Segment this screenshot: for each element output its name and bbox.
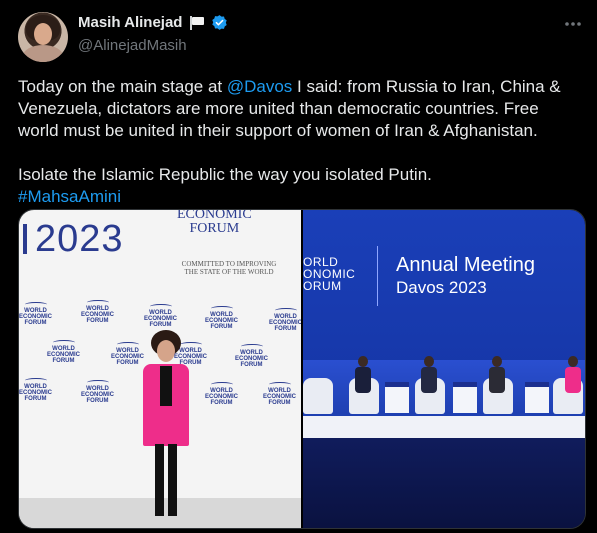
author-display-name[interactable]: Masih Alinejad — [78, 14, 228, 31]
wef-logo-line: FORUM — [210, 400, 233, 406]
author-handle[interactable]: @AlinejadMasih — [78, 37, 187, 54]
panelist — [565, 356, 581, 406]
wef-logo-line: FORUM — [149, 322, 172, 328]
media-photo-right[interactable]: ORLD ONOMIC ORUM Annual Meeting Davos 20… — [303, 210, 585, 528]
wef-logo-line: FORUM — [52, 358, 75, 364]
photo-wef-banner: ECONOMIC FORUM — [177, 210, 252, 236]
committed-text: COMMITTED TO IMPROVING THE STATE OF THE … — [181, 260, 277, 276]
white-flag-icon — [189, 15, 205, 30]
hashtag-link[interactable]: #MahsaAmini — [18, 187, 121, 206]
tweet-paragraph-2: Isolate the Islamic Republic the way you… — [18, 165, 432, 184]
annual-meeting-title: Annual Meeting — [396, 254, 535, 276]
photo-year-text: 2023 — [23, 218, 124, 261]
wef-logo-line: FORUM — [210, 324, 233, 330]
wef-logo: WORLD ECONOMIC FORUM — [47, 340, 80, 364]
avatar[interactable] — [18, 12, 68, 62]
wef-logo: WORLD ECONOMIC FORUM — [205, 382, 238, 406]
media-photo-left[interactable]: 2023 ECONOMIC FORUM COMMITTED TO IMPROVI… — [19, 210, 301, 528]
wef-logo: WORLD ECONOMIC FORUM — [144, 304, 177, 328]
wef-logo: WORLD ECONOMIC FORUM — [263, 382, 296, 406]
tweet-text-part: Today on the main stage at — [18, 77, 227, 96]
photo-year-value: 2023 — [35, 218, 124, 260]
wef-logo-line: FORUM — [240, 362, 263, 368]
verified-badge-icon — [212, 15, 228, 30]
media-grid: 2023 ECONOMIC FORUM COMMITTED TO IMPROVI… — [18, 209, 586, 529]
wef-logo: WORLD ECONOMIC FORUM — [19, 302, 52, 326]
davos-subtitle: Davos 2023 — [396, 278, 487, 297]
panelist — [489, 356, 505, 406]
wef-logo: WORLD ECONOMIC FORUM — [19, 378, 52, 402]
photo-person — [137, 330, 197, 528]
photo-wef-logo: ORLD ONOMIC ORUM — [303, 256, 355, 292]
tweet-card: Masih Alinejad @AlinejadMasih Today on t… — [0, 0, 597, 533]
wef-logo-line: FORUM — [86, 398, 109, 404]
wef-logo: WORLD ECONOMIC FORUM — [269, 308, 301, 332]
wef-logo: WORLD ECONOMIC FORUM — [235, 344, 268, 368]
wef-logo: WORLD ECONOMIC FORUM — [81, 380, 114, 404]
panelist — [421, 356, 437, 406]
more-horizontal-icon[interactable] — [563, 14, 583, 34]
tweet-text: Today on the main stage at @Davos I said… — [18, 76, 583, 208]
wef-logo-line: FORUM — [268, 400, 291, 406]
wef-logo-line: FORUM — [274, 326, 297, 332]
wef-logo-line: FORUM — [116, 360, 139, 366]
more-dots-glyph — [565, 22, 581, 26]
wef-logo: WORLD ECONOMIC FORUM — [81, 300, 114, 324]
tweet-paragraph-3: #MahsaAmini — [18, 186, 583, 208]
tweet-paragraph-1: Today on the main stage at @Davos I said… — [18, 76, 583, 142]
wef-line: FORUM — [189, 221, 240, 236]
panelist — [355, 356, 371, 406]
wef-logo: WORLD ECONOMIC FORUM — [205, 306, 238, 330]
wef-logo-line: FORUM — [86, 318, 109, 324]
wef-logo-line: FORUM — [24, 320, 47, 326]
wef-line: ORUM — [303, 279, 342, 293]
mention-link[interactable]: @Davos — [227, 77, 292, 96]
wef-logo-line: FORUM — [24, 396, 47, 402]
author-name-text[interactable]: Masih Alinejad — [78, 14, 182, 31]
